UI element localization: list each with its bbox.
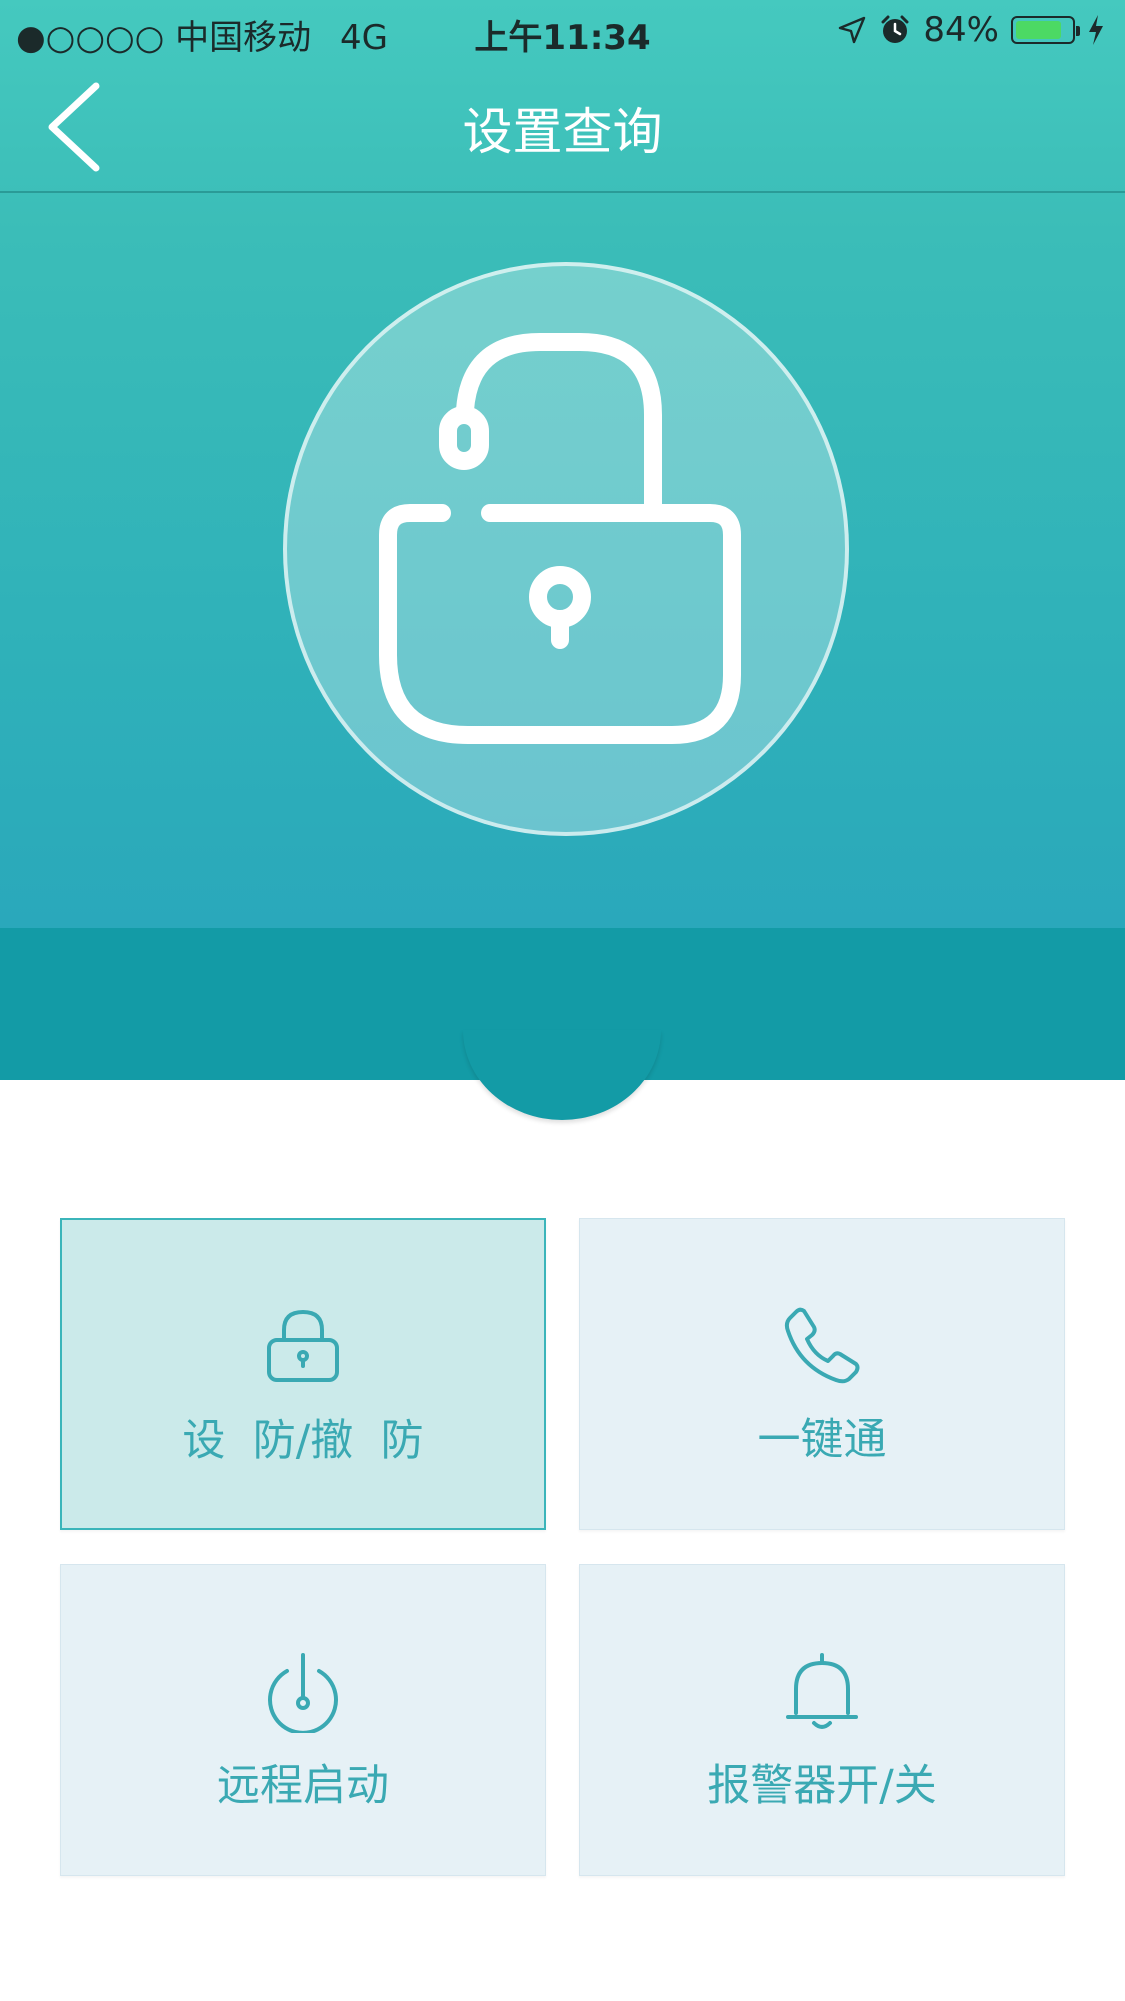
unlocked-padlock-icon xyxy=(379,333,741,744)
band-tab-notch xyxy=(463,1030,661,1120)
card-label: 远程启动 xyxy=(217,1761,389,1811)
one-key-call-button[interactable]: 一键通 xyxy=(579,1218,1065,1530)
padlock-icon xyxy=(267,1309,339,1382)
arm-disarm-button[interactable]: 设 防/撤 防 xyxy=(60,1218,546,1530)
battery-fill xyxy=(1016,21,1062,39)
page-title: 设置查询 xyxy=(462,103,663,161)
battery-percent: 84% xyxy=(923,10,999,50)
battery-icon xyxy=(1011,16,1080,44)
alarm-clock-icon xyxy=(881,15,909,43)
bell-icon xyxy=(786,1653,858,1729)
status-bar: ●○○○○ 中国移动 4G 上午11:34 84% xyxy=(0,0,1125,62)
card-label: 报警器开/关 xyxy=(707,1761,937,1811)
phone-icon xyxy=(784,1307,860,1384)
card-label: 一键通 xyxy=(757,1415,887,1465)
card-label: 设 防/撤 防 xyxy=(182,1416,424,1466)
charging-bolt-icon xyxy=(1089,15,1103,45)
power-icon xyxy=(268,1653,338,1733)
location-arrow-icon xyxy=(839,16,866,44)
remote-start-button[interactable]: 远程启动 xyxy=(60,1564,546,1876)
alarm-toggle-button[interactable]: 报警器开/关 xyxy=(579,1564,1065,1876)
nav-divider xyxy=(0,191,1125,193)
